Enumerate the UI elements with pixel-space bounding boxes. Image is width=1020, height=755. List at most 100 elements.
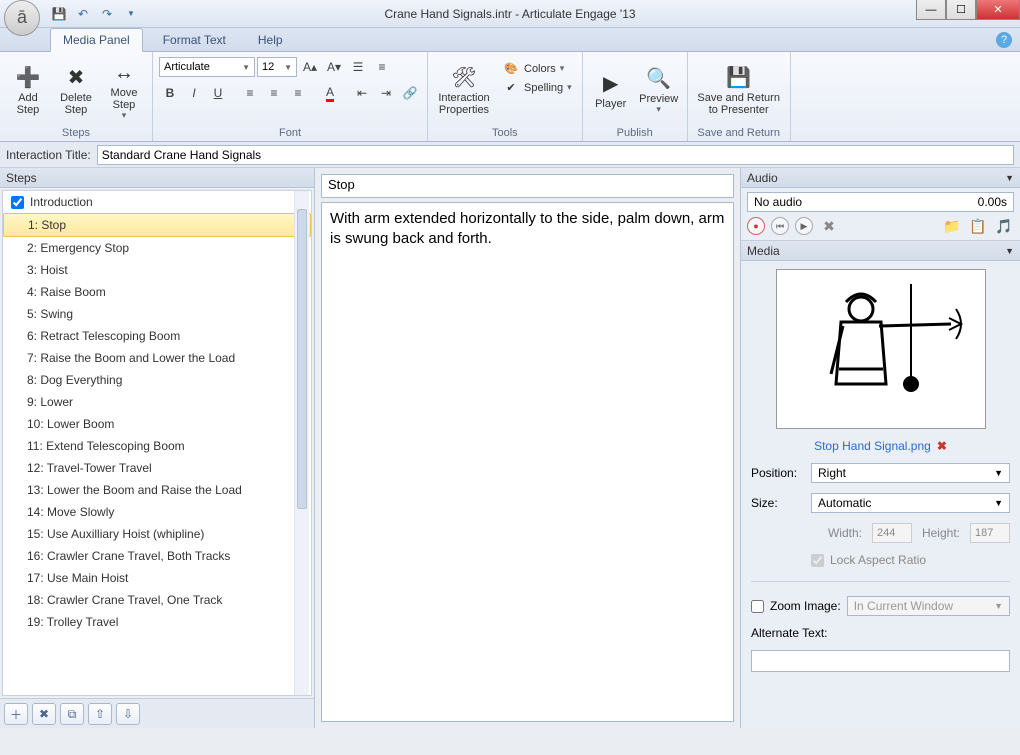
underline-button[interactable]: U [207, 82, 229, 104]
alternate-text-input[interactable] [751, 650, 1010, 672]
increase-indent-icon[interactable]: ⇥ [375, 82, 397, 104]
record-button[interactable]: ● [747, 217, 765, 235]
player-icon: ▶ [603, 70, 618, 98]
align-center-icon[interactable]: ≡ [263, 82, 285, 104]
bullets-icon[interactable]: ☰ [347, 56, 369, 78]
align-left-icon[interactable]: ≡ [239, 82, 261, 104]
preview-icon: 🔍 [646, 65, 671, 93]
step-item[interactable]: 3: Hoist [3, 259, 311, 281]
step-item[interactable]: 11: Extend Telescoping Boom [3, 435, 311, 457]
maximize-button[interactable]: ☐ [946, 0, 976, 20]
spelling-button[interactable]: ✔ Spelling [498, 79, 576, 96]
export-audio-icon[interactable]: 📋 [968, 216, 988, 236]
step-item[interactable]: 1: Stop [3, 213, 311, 237]
step-item[interactable]: 9: Lower [3, 391, 311, 413]
step-body-textarea[interactable]: With arm extended horizontally to the si… [321, 202, 734, 722]
undo-icon[interactable]: ↶ [74, 5, 92, 23]
collapse-icon[interactable]: ▼ [1005, 246, 1014, 256]
alternate-text-label: Alternate Text: [751, 626, 1010, 640]
play-button[interactable]: ▶ [795, 217, 813, 235]
decrease-font-icon[interactable]: A▾ [323, 56, 345, 78]
tab-help[interactable]: Help [246, 29, 295, 51]
position-select[interactable]: Right▼ [811, 463, 1010, 483]
import-audio-icon[interactable]: 📁 [942, 216, 962, 236]
minimize-button[interactable]: — [916, 0, 946, 20]
bold-button[interactable]: B [159, 82, 181, 104]
help-icon[interactable]: ? [996, 32, 1012, 48]
move-down-icon[interactable]: ⇩ [116, 703, 140, 725]
delete-step-icon[interactable]: ✖ [32, 703, 56, 725]
step-item[interactable]: 8: Dog Everything [3, 369, 311, 391]
delete-audio-button[interactable]: ✖ [819, 216, 839, 236]
step-item[interactable]: 5: Swing [3, 303, 311, 325]
add-step-button[interactable]: ➕ Add Step [6, 56, 50, 122]
close-button[interactable]: ✕ [976, 0, 1020, 20]
media-panel-header[interactable]: Media ▼ [741, 241, 1020, 261]
scrollbar-thumb[interactable] [297, 209, 307, 509]
quick-access-toolbar: 💾 ↶ ↷ ▼ [50, 5, 140, 23]
move-step-icon: ↔ [114, 59, 134, 87]
audio-editor-icon[interactable]: 🎵 [994, 216, 1014, 236]
preview-button[interactable]: 🔍 Preview [637, 56, 681, 122]
step-title-input[interactable]: Stop [321, 174, 734, 198]
align-right-icon[interactable]: ≡ [287, 82, 309, 104]
colors-button[interactable]: 🎨 Colors [498, 60, 576, 77]
step-item[interactable]: 13: Lower the Boom and Raise the Load [3, 479, 311, 501]
size-row: Size: Automatic▼ [751, 493, 1010, 513]
step-item[interactable]: 12: Travel-Tower Travel [3, 457, 311, 479]
duplicate-step-icon[interactable]: ⧉ [60, 703, 84, 725]
media-thumbnail[interactable] [776, 269, 986, 429]
new-step-icon[interactable]: ＋ [4, 703, 28, 725]
step-item[interactable]: 17: Use Main Hoist [3, 567, 311, 589]
step-item[interactable]: 16: Crawler Crane Travel, Both Tracks [3, 545, 311, 567]
interaction-title-input[interactable] [97, 145, 1014, 165]
hyperlink-icon[interactable]: 🔗 [399, 82, 421, 104]
audio-controls: ● ⏮ ▶ ✖ 📁 📋 🎵 [747, 216, 1014, 236]
step-item[interactable]: 18: Crawler Crane Travel, One Track [3, 589, 311, 611]
add-step-icon: ➕ [16, 64, 41, 92]
font-color-icon[interactable]: A [319, 82, 341, 104]
decrease-indent-icon[interactable]: ⇤ [351, 82, 373, 104]
step-item[interactable]: 7: Raise the Boom and Lower the Load [3, 347, 311, 369]
size-select[interactable]: Automatic▼ [811, 493, 1010, 513]
window-controls: — ☐ ✕ [916, 0, 1020, 20]
step-item[interactable]: 4: Raise Boom [3, 281, 311, 303]
scrollbar[interactable] [294, 191, 309, 695]
player-button[interactable]: ▶ Player [589, 56, 633, 122]
zoom-image-label: Zoom Image: [770, 599, 841, 613]
zoom-image-checkbox[interactable] [751, 600, 764, 613]
redo-icon[interactable]: ↷ [98, 5, 116, 23]
delete-media-icon[interactable]: ✖ [937, 439, 947, 453]
audio-panel-header[interactable]: Audio ▼ [741, 168, 1020, 188]
step-introduction[interactable]: Introduction [3, 191, 311, 213]
font-name-combo[interactable]: Articulate▼ [159, 57, 255, 77]
steps-list[interactable]: Introduction 1: Stop2: Emergency Stop3: … [2, 190, 312, 696]
move-step-button[interactable]: ↔ Move Step [102, 56, 146, 122]
numbering-icon[interactable]: ≡ [371, 56, 393, 78]
interaction-properties-button[interactable]: 🛠 Interaction Properties [434, 56, 494, 122]
increase-font-icon[interactable]: A▴ [299, 56, 321, 78]
font-size-combo[interactable]: 12▼ [257, 57, 297, 77]
step-item[interactable]: 2: Emergency Stop [3, 237, 311, 259]
move-up-icon[interactable]: ⇧ [88, 703, 112, 725]
step-item[interactable]: 19: Trolley Travel [3, 611, 311, 633]
media-filename[interactable]: Stop Hand Signal.png [814, 439, 931, 453]
tab-format-text[interactable]: Format Text [151, 29, 238, 51]
qat-dropdown-icon[interactable]: ▼ [122, 5, 140, 23]
lock-aspect-label: Lock Aspect Ratio [830, 553, 926, 567]
step-item[interactable]: 6: Retract Telescoping Boom [3, 325, 311, 347]
italic-button[interactable]: I [183, 82, 205, 104]
step-item[interactable]: 14: Move Slowly [3, 501, 311, 523]
step-item[interactable]: 10: Lower Boom [3, 413, 311, 435]
save-return-button[interactable]: 💾 Save and Return to Presenter [694, 56, 784, 122]
app-menu-orb[interactable]: ā [4, 0, 40, 36]
group-label-publish: Publish [589, 127, 681, 139]
delete-step-button[interactable]: ✖ Delete Step [54, 56, 98, 122]
interaction-title-label: Interaction Title: [6, 148, 91, 162]
rewind-button[interactable]: ⏮ [771, 217, 789, 235]
collapse-icon[interactable]: ▼ [1005, 173, 1014, 183]
step-item[interactable]: 15: Use Auxilliary Hoist (whipline) [3, 523, 311, 545]
introduction-checkbox[interactable] [11, 196, 24, 209]
tab-media-panel[interactable]: Media Panel [50, 28, 143, 52]
save-icon[interactable]: 💾 [50, 5, 68, 23]
